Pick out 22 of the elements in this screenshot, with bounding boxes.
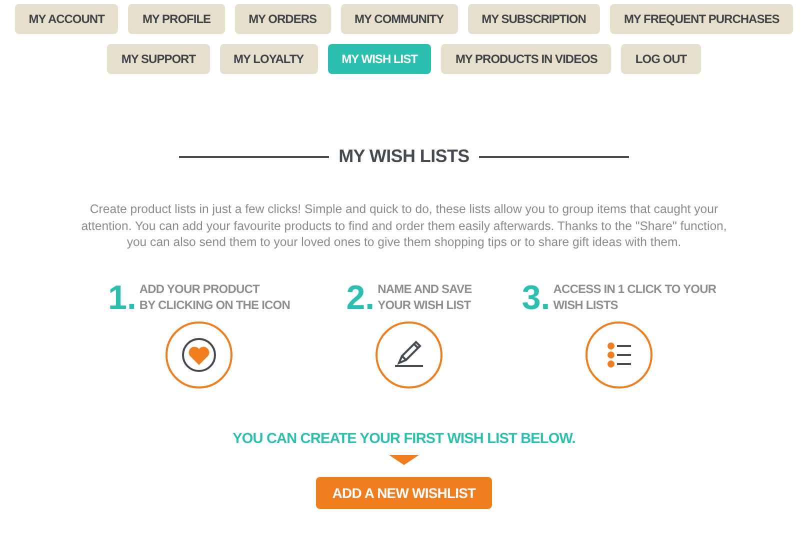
step-text: NAME AND SAVE YOUR WISH LIST (378, 280, 472, 312)
nav-tab[interactable]: MY PRODUCTS IN VIDEOS (441, 44, 612, 74)
step-number: 3. (522, 282, 550, 312)
nav-tab[interactable]: MY COMMUNITY (340, 4, 458, 34)
list-icon (585, 320, 653, 388)
nav-tab[interactable]: MY LOYALTY (220, 44, 318, 74)
nav-tab[interactable]: MY ACCOUNT (14, 4, 118, 34)
nav-tab[interactable]: MY ORDERS (234, 4, 331, 34)
nav-tab[interactable]: MY SUBSCRIPTION (468, 4, 600, 34)
step-number: 2. (346, 282, 375, 312)
nav-tab[interactable]: MY SUPPORT (107, 44, 210, 74)
pencil-icon (375, 320, 443, 388)
cta-text: YOU CAN CREATE YOUR FIRST WISH LIST BELOW. (232, 430, 576, 446)
nav-tab[interactable]: MY PROFILE (128, 4, 225, 34)
step-number: 1. (108, 282, 136, 312)
nav-tab[interactable]: MY FREQUENT PURCHASES (610, 4, 794, 34)
step-text: ACCESS IN 1 CLICK TO YOUR WISH LISTS (553, 280, 716, 312)
down-triangle-icon (389, 454, 419, 464)
step-text: ADD YOUR PRODUCT BY CLICKING ON THE ICON (139, 280, 290, 312)
section-title: MY WISH LISTS (338, 146, 470, 167)
nav-tab[interactable]: LOG OUT (621, 44, 701, 74)
intro-paragraph: Create product lists in just a few clicks! Simple and quick to do, these lists allow you to group items that caught your attention. You can add your favourite products to find and order them easily afterwards. Thanks to the "Share" function, you can also send them to your loved ones to give them shopping tips or to share gift ideas with them. (80, 201, 728, 250)
